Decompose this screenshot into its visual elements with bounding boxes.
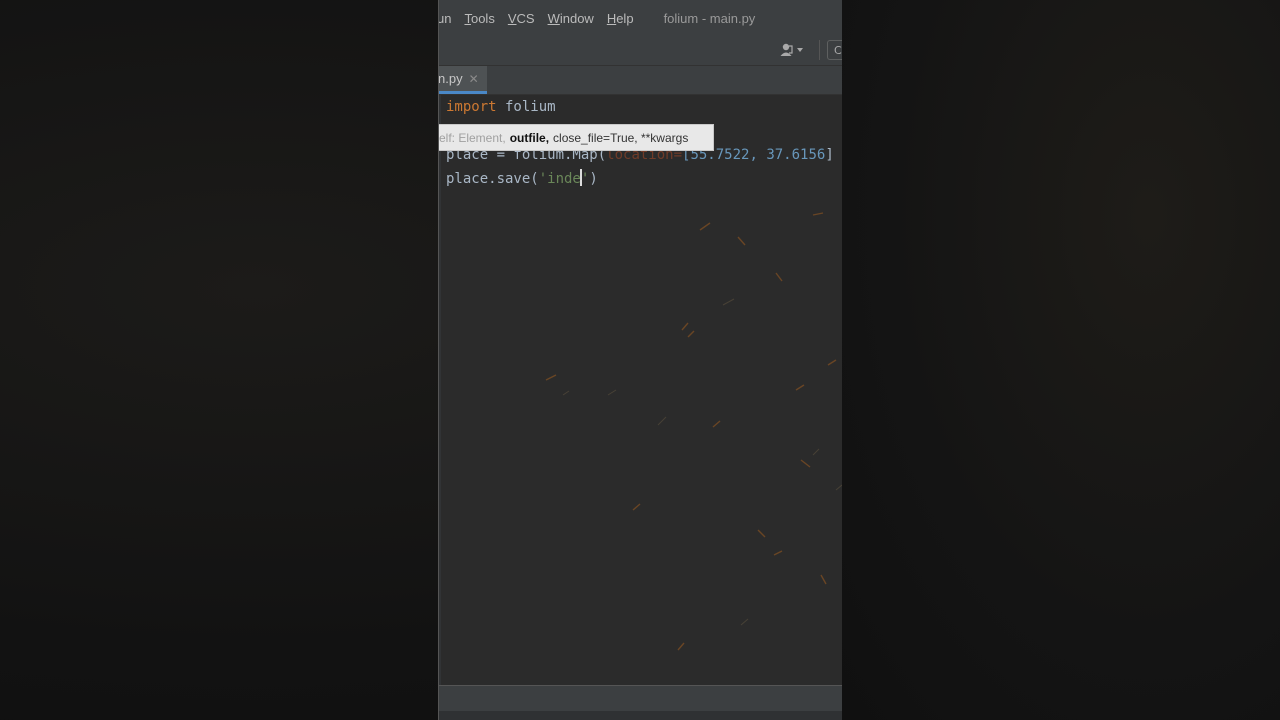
editor-tab-bar: n.py ✕ [438, 66, 842, 95]
menu-bar: un Tools VCS Window Help folium - main.p… [438, 0, 842, 36]
menu-help[interactable]: Help [607, 11, 634, 26]
toolbar: C [438, 36, 842, 66]
user-icon[interactable] [779, 42, 809, 58]
window-border [438, 0, 439, 720]
code-text: place.save( [446, 171, 539, 187]
parameter-info-tooltip: elf: Element, outfile, close_file=True, … [438, 124, 714, 151]
tooltip-param-rest: close_file=True, **kwargs [553, 130, 689, 145]
toolbar-separator [819, 40, 820, 60]
keyword-import: import [446, 99, 497, 115]
code-line-1: import folium [446, 95, 556, 119]
code-string: 'inde [538, 171, 581, 187]
code-number-lon: 37.6156 [766, 147, 826, 163]
status-bar-edge [438, 711, 842, 720]
code-paren-close: ) [589, 171, 598, 187]
code-line-3: place.save('inde') [446, 167, 598, 191]
tooltip-param-self: elf: Element, [439, 130, 506, 145]
window-title: folium - main.py [663, 10, 756, 26]
tab-main-py[interactable]: n.py ✕ [438, 66, 487, 94]
toolbar-button[interactable]: C [827, 40, 842, 60]
menu-run[interactable]: un [438, 11, 451, 26]
menu-tools[interactable]: Tools [464, 11, 494, 26]
menu-vcs[interactable]: VCS [508, 11, 535, 26]
code-separator: , [749, 147, 767, 163]
close-icon[interactable]: ✕ [469, 72, 479, 86]
module-name: folium [496, 99, 556, 115]
tooltip-param-current: outfile, [509, 130, 550, 145]
tab-label: n.py [438, 71, 463, 86]
code-editor[interactable]: import folium place = folium.Map(locatio… [438, 95, 842, 685]
menu-window[interactable]: Window [548, 11, 594, 26]
ide-window: un Tools VCS Window Help folium - main.p… [438, 0, 842, 720]
video-backdrop-right [842, 0, 1280, 720]
code-bracket-close: ] [825, 147, 834, 163]
